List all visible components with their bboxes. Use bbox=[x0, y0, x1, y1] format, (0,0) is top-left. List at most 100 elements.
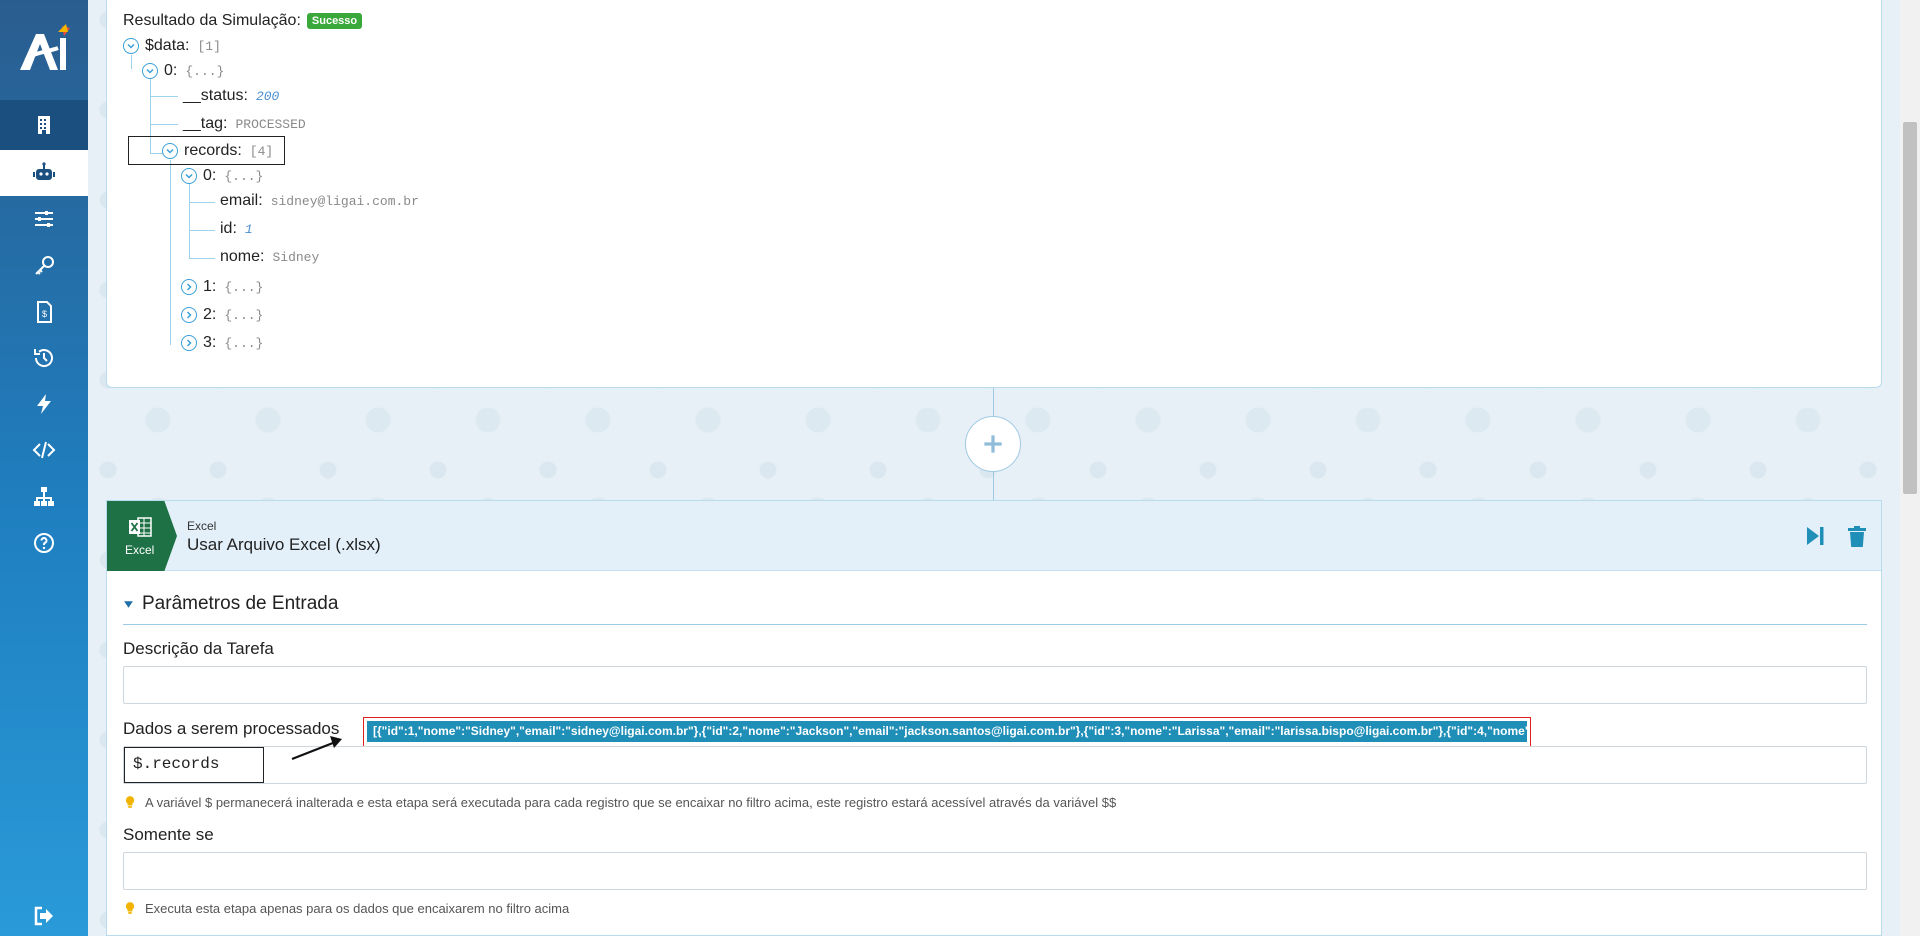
sidebar-item-invoices[interactable]: $ bbox=[0, 289, 88, 335]
tree-node-records: records: [4] bbox=[162, 142, 273, 160]
collapse-toggle[interactable] bbox=[181, 168, 197, 184]
tree-node-record3: 3: {...} bbox=[181, 334, 263, 352]
only-if-input[interactable] bbox=[123, 852, 1867, 890]
sidebar-item-settings[interactable] bbox=[0, 196, 88, 242]
only-if-hint: Executa esta etapa apenas para os dados … bbox=[123, 899, 569, 917]
data-preview-highlight: [{"id":1,"nome":"Sidney","email":"sidney… bbox=[363, 717, 1531, 747]
lightbulb-icon bbox=[125, 796, 135, 808]
tree-meta: [4] bbox=[249, 143, 274, 159]
sliders-icon bbox=[35, 211, 53, 227]
chevron-right-icon bbox=[186, 311, 192, 319]
sidebar-item-integrations[interactable] bbox=[0, 474, 88, 520]
network-icon bbox=[34, 487, 54, 506]
chevron-down-icon bbox=[146, 68, 154, 74]
step-title: Usar Arquivo Excel (.xlsx) bbox=[187, 535, 381, 554]
arrow-annotation bbox=[291, 736, 342, 761]
collapse-toggle[interactable] bbox=[142, 63, 158, 79]
section-divider bbox=[123, 624, 1867, 625]
tree-line bbox=[189, 258, 215, 259]
sidebar-item-triggers[interactable] bbox=[0, 381, 88, 427]
tree-key: $data: bbox=[145, 37, 190, 54]
tree-line bbox=[189, 230, 215, 231]
tree-key: __status: bbox=[183, 87, 248, 104]
only-if-hint-text: Executa esta etapa apenas para os dados … bbox=[145, 900, 570, 916]
tree-meta: {...} bbox=[224, 307, 264, 323]
tree-node-nome: nome: Sidney bbox=[220, 248, 319, 266]
sidebar-item-logout[interactable] bbox=[0, 893, 88, 936]
simulation-title-text: Resultado da Simulação: bbox=[123, 12, 301, 29]
plus-icon bbox=[984, 435, 1002, 453]
tree-node-item0: 0: {...} bbox=[142, 62, 224, 80]
expand-toggle[interactable] bbox=[181, 279, 197, 295]
bolt-icon bbox=[37, 394, 51, 414]
tree-key: 0: bbox=[203, 167, 217, 184]
task-description-label: Descrição da Tarefa bbox=[123, 639, 274, 658]
only-if-label: Somente se bbox=[123, 825, 214, 844]
simulation-title: Resultado da Simulação: Sucesso bbox=[123, 12, 363, 30]
tree-meta: {...} bbox=[224, 279, 264, 295]
sidebar-item-api[interactable] bbox=[0, 427, 88, 473]
tree-node-record0: 0: {...} bbox=[181, 167, 263, 185]
code-icon bbox=[32, 441, 56, 459]
tree-node-tag: __tag: PROCESSED bbox=[183, 115, 306, 133]
collapse-toggle[interactable] bbox=[123, 38, 139, 54]
tree-value: Sidney bbox=[272, 249, 320, 265]
sidebar-item-help[interactable] bbox=[0, 520, 88, 566]
scrollbar-thumb[interactable] bbox=[1903, 122, 1917, 494]
page-scrollbar[interactable] bbox=[1900, 0, 1920, 936]
chevron-down-icon bbox=[185, 173, 193, 179]
sidebar-item-companies[interactable] bbox=[0, 102, 88, 148]
expand-toggle[interactable] bbox=[181, 335, 197, 351]
sidebar-item-robots[interactable] bbox=[0, 150, 88, 196]
logout-icon bbox=[34, 906, 53, 926]
tree-key: nome: bbox=[220, 248, 265, 265]
data-hint-text: A variável $ permanecerá inalterada e es… bbox=[145, 794, 1117, 810]
flow-connector bbox=[993, 388, 994, 416]
tree-key: 2: bbox=[203, 306, 217, 323]
sidebar: $ bbox=[0, 0, 88, 936]
tree-key: 0: bbox=[164, 62, 178, 79]
tree-node-id: id: 1 bbox=[220, 220, 253, 238]
tree-meta: {...} bbox=[224, 335, 264, 351]
tree-line bbox=[189, 184, 190, 258]
sidebar-item-history[interactable] bbox=[0, 335, 88, 381]
tree-line bbox=[170, 160, 171, 345]
tree-meta: [1] bbox=[197, 38, 221, 54]
sidebar-item-credentials[interactable] bbox=[0, 243, 88, 289]
tree-node-record2: 2: {...} bbox=[181, 306, 263, 324]
tree-node-status: __status: 200 bbox=[183, 87, 279, 105]
tree-value: PROCESSED bbox=[235, 116, 306, 132]
help-icon bbox=[34, 533, 54, 553]
chevron-down-icon bbox=[166, 148, 174, 154]
invoice-icon: $ bbox=[37, 301, 52, 323]
section-toggle[interactable]: Parâmetros de Entrada bbox=[123, 593, 338, 615]
tree-meta: {...} bbox=[224, 168, 264, 184]
simulation-result-card: Resultado da Simulação: Sucesso $data: [… bbox=[106, 0, 1882, 388]
svg-text:$: $ bbox=[42, 309, 47, 319]
chevron-down-icon bbox=[127, 43, 135, 49]
step-header: Excel Excel Usar Arquivo Excel (.xlsx) bbox=[107, 501, 1881, 571]
collapse-toggle[interactable] bbox=[162, 143, 178, 159]
data-to-process-input[interactable] bbox=[123, 746, 1867, 784]
tree-meta: {...} bbox=[185, 63, 225, 79]
robot-icon bbox=[33, 162, 55, 180]
app-logo[interactable] bbox=[14, 22, 74, 82]
data-hint: A variável $ permanecerá inalterada e es… bbox=[123, 793, 1116, 811]
data-to-process-value[interactable]: $.records bbox=[124, 747, 264, 783]
tree-node-data: $data: [1] bbox=[123, 37, 221, 55]
flow-connector bbox=[993, 472, 994, 500]
tree-key: __tag: bbox=[183, 115, 228, 132]
expand-toggle[interactable] bbox=[181, 307, 197, 323]
tree-node-email: email: sidney@ligai.com.br bbox=[220, 192, 419, 210]
run-until-here-button[interactable] bbox=[1803, 523, 1827, 554]
tree-line bbox=[150, 124, 178, 125]
building-icon bbox=[38, 116, 50, 134]
excel-icon bbox=[129, 517, 152, 537]
tree-value: 200 bbox=[255, 88, 280, 104]
tree-node-record1: 1: {...} bbox=[181, 278, 263, 296]
add-step-button[interactable] bbox=[965, 416, 1021, 472]
delete-step-button[interactable] bbox=[1845, 523, 1869, 556]
task-description-input[interactable] bbox=[123, 666, 1867, 704]
caret-down-icon bbox=[124, 600, 133, 608]
key-icon bbox=[35, 256, 54, 275]
